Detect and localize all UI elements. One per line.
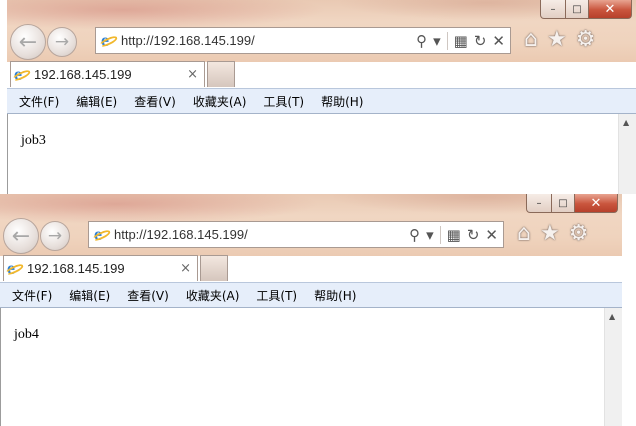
menu-help[interactable]: 帮助(H) <box>314 287 356 304</box>
menu-file[interactable]: 文件(F) <box>12 287 52 304</box>
address-bar[interactable]: e http://192.168.145.199/ ⚲ ▾ ▦ ↻ ✕ <box>88 221 504 248</box>
search-icon[interactable]: ⚲ <box>409 226 420 244</box>
ie-logo-icon: e <box>4 259 25 277</box>
menu-view[interactable]: 查看(V) <box>134 93 176 110</box>
maximize-button[interactable]: □ <box>552 194 575 213</box>
back-button[interactable]: ← <box>10 24 46 60</box>
home-icon[interactable]: ⌂ <box>524 27 538 52</box>
maximize-button[interactable]: □ <box>566 0 589 19</box>
caption-buttons: – □ ✕ <box>540 0 632 20</box>
forward-arrow-icon: → <box>54 32 70 52</box>
compatibility-view-icon[interactable]: ▦ <box>454 32 468 50</box>
menu-help[interactable]: 帮助(H) <box>321 93 363 110</box>
address-bar[interactable]: e http://192.168.145.199/ ⚲ ▾ ▦ ↻ ✕ <box>95 27 511 54</box>
dropdown-icon[interactable]: ▾ <box>433 32 441 50</box>
title-bar[interactable]: – □ ✕ ← → e http://192.168.145.199/ ⚲ ▾ … <box>7 0 636 87</box>
page-text: job3 <box>21 133 46 148</box>
menu-favorites[interactable]: 收藏夹(A) <box>193 93 247 110</box>
compatibility-view-icon[interactable]: ▦ <box>447 226 461 244</box>
menu-favorites[interactable]: 收藏夹(A) <box>186 287 240 304</box>
minimize-icon: – <box>550 3 556 15</box>
refresh-icon[interactable]: ↻ <box>474 32 487 50</box>
stop-icon[interactable]: ✕ <box>492 32 505 50</box>
favorites-star-icon[interactable]: ★ <box>540 221 560 246</box>
tab-active[interactable]: e 192.168.145.199 × <box>10 61 205 87</box>
new-tab-button[interactable] <box>200 255 228 281</box>
forward-button[interactable]: → <box>47 27 77 57</box>
browser-window-2: – □ ✕ ← → e http://192.168.145.199/ ⚲ ▾ … <box>0 194 622 426</box>
search-icon[interactable]: ⚲ <box>416 32 427 50</box>
scroll-up-icon[interactable]: ▲ <box>609 312 615 321</box>
forward-arrow-icon: → <box>47 226 63 246</box>
command-icons: ⌂ ★ ⚙ <box>517 221 588 246</box>
favorites-star-icon[interactable]: ★ <box>547 27 567 52</box>
page-content: job4 ▲ <box>0 308 622 426</box>
tab-active[interactable]: e 192.168.145.199 × <box>3 255 198 281</box>
ie-logo-icon: e <box>98 31 119 49</box>
menu-file[interactable]: 文件(F) <box>19 93 59 110</box>
dropdown-icon[interactable]: ▾ <box>426 226 434 244</box>
scroll-up-icon[interactable]: ▲ <box>623 118 629 127</box>
menu-tools[interactable]: 工具(T) <box>256 287 297 304</box>
forward-button[interactable]: → <box>40 221 70 251</box>
ie-logo-icon: e <box>11 65 32 83</box>
menu-view[interactable]: 查看(V) <box>127 287 169 304</box>
address-url[interactable]: http://192.168.145.199/ <box>121 33 416 48</box>
refresh-icon[interactable]: ↻ <box>467 226 480 244</box>
title-bar[interactable]: – □ ✕ ← → e http://192.168.145.199/ ⚲ ▾ … <box>0 194 622 281</box>
new-tab-button[interactable] <box>207 61 235 87</box>
maximize-icon: □ <box>558 197 568 209</box>
page-content: job3 ▲ <box>7 114 636 194</box>
back-arrow-icon: ← <box>18 29 38 55</box>
caption-buttons: – □ ✕ <box>526 194 618 214</box>
menu-edit[interactable]: 编辑(E) <box>69 287 110 304</box>
settings-gear-icon[interactable]: ⚙ <box>569 221 589 246</box>
browser-window-1: – □ ✕ ← → e http://192.168.145.199/ ⚲ ▾ … <box>7 0 636 194</box>
address-url[interactable]: http://192.168.145.199/ <box>114 227 409 242</box>
menu-bar: 文件(F) 编辑(E) 查看(V) 收藏夹(A) 工具(T) 帮助(H) <box>7 88 636 114</box>
maximize-icon: □ <box>572 3 582 15</box>
stop-icon[interactable]: ✕ <box>485 226 498 244</box>
minimize-icon: – <box>536 197 542 209</box>
menu-tools[interactable]: 工具(T) <box>263 93 304 110</box>
back-arrow-icon: ← <box>11 223 31 249</box>
close-button[interactable]: ✕ <box>589 0 632 19</box>
close-icon: ✕ <box>604 1 616 17</box>
page-text: job4 <box>14 327 39 342</box>
menu-edit[interactable]: 编辑(E) <box>76 93 117 110</box>
vertical-scrollbar[interactable]: ▲ <box>604 308 622 426</box>
minimize-button[interactable]: – <box>526 194 552 213</box>
back-button[interactable]: ← <box>3 218 39 254</box>
tab-close-icon[interactable]: × <box>187 67 198 82</box>
menu-bar: 文件(F) 编辑(E) 查看(V) 收藏夹(A) 工具(T) 帮助(H) <box>0 282 622 308</box>
close-button[interactable]: ✕ <box>575 194 618 213</box>
home-icon[interactable]: ⌂ <box>517 221 531 246</box>
ie-logo-icon: e <box>91 225 112 243</box>
tab-title: 192.168.145.199 <box>34 67 132 82</box>
tab-title: 192.168.145.199 <box>27 261 125 276</box>
command-icons: ⌂ ★ ⚙ <box>524 27 595 52</box>
tab-close-icon[interactable]: × <box>180 261 191 276</box>
close-icon: ✕ <box>590 195 602 211</box>
vertical-scrollbar[interactable]: ▲ <box>618 114 636 194</box>
settings-gear-icon[interactable]: ⚙ <box>576 27 596 52</box>
minimize-button[interactable]: – <box>540 0 566 19</box>
